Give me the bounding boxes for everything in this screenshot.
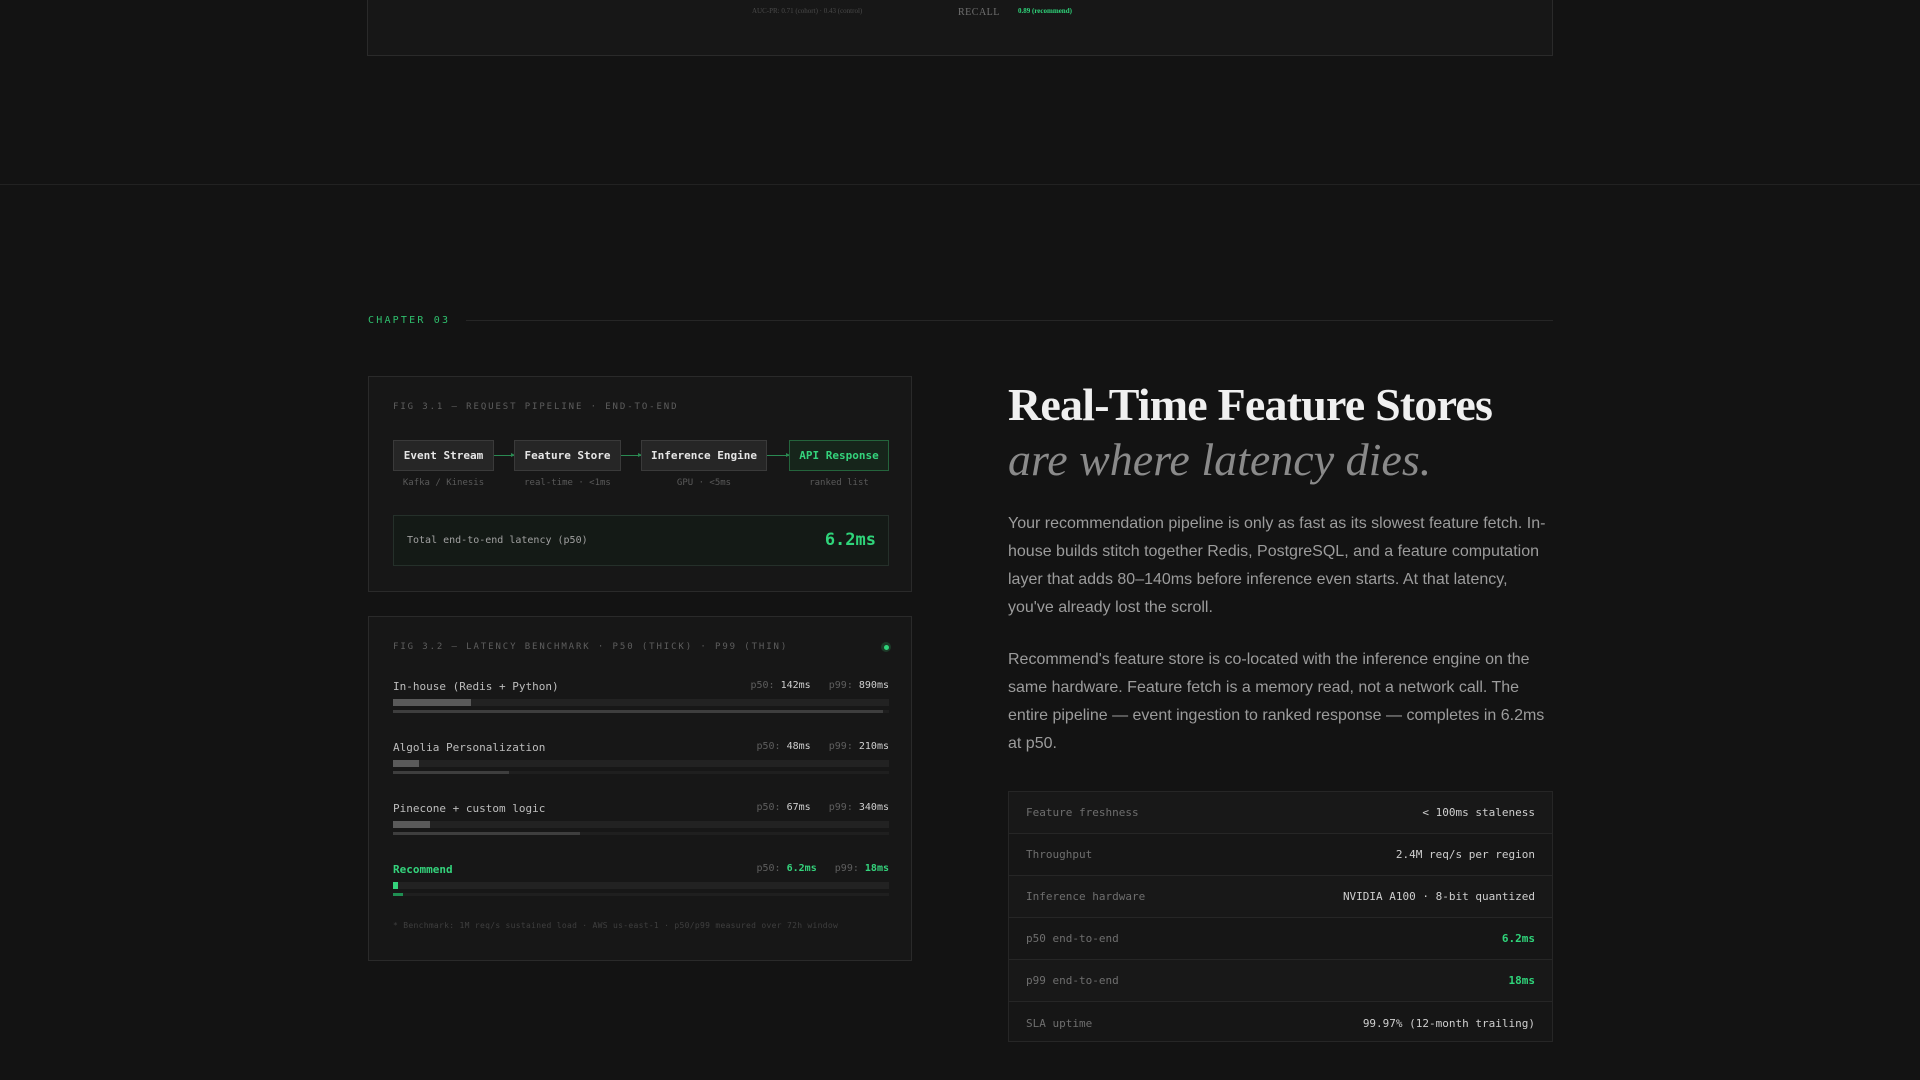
spec-value: 18ms xyxy=(1508,974,1536,987)
spec-table: Feature freshness < 100ms staleness Thro… xyxy=(1008,791,1553,1042)
benchmark-stats: p50: 48ms p99: 210ms xyxy=(756,741,889,752)
stage-sublabel: Kafka / Kinesis xyxy=(402,478,485,488)
p50-value: 6.2ms xyxy=(786,863,817,874)
benchmark-row: Pinecone + custom logic p50: 67ms p99: 3… xyxy=(393,802,889,846)
spec-value: < 100ms staleness xyxy=(1422,806,1535,819)
p99-bar xyxy=(393,710,884,713)
benchmark-stats: p50: 6.2ms p99: 18ms xyxy=(756,863,889,874)
stage-inference-engine: Inference Engine GPU · <5ms xyxy=(641,440,767,488)
spec-row: Inference hardware NVIDIA A100 · 8-bit q… xyxy=(1009,876,1552,918)
spec-row: p99 end-to-end 18ms xyxy=(1009,960,1552,1002)
recall-label: RECALL xyxy=(958,7,1000,18)
benchmark-stats: p50: 142ms p99: 890ms xyxy=(750,680,889,691)
spec-key: SLA uptime xyxy=(1026,1016,1093,1030)
spec-row: SLA uptime 99.97% (12-month trailing) xyxy=(1009,1002,1552,1044)
arrow-icon xyxy=(621,453,642,457)
live-indicator-icon xyxy=(881,642,891,652)
body-paragraph: Recommend's feature store is co-located … xyxy=(1008,651,1545,752)
benchmark-name: Algolia Personalization xyxy=(393,741,546,754)
spec-key: Throughput xyxy=(1026,848,1093,861)
spec-row: Throughput 2.4M req/s per region xyxy=(1009,834,1552,876)
chapter-label: CHAPTER 03 xyxy=(368,314,451,326)
benchmark-name: Recommend xyxy=(393,863,453,876)
pipeline-diagram: Event Stream Kafka / Kinesis Feature Sto… xyxy=(393,440,889,490)
spec-value: 99.97% (12-month trailing) xyxy=(1362,1016,1535,1030)
benchmark-row: Recommend p50: 6.2ms p99: 18ms xyxy=(393,863,889,907)
total-latency-label: Total end-to-end latency (p50) xyxy=(407,535,588,546)
spec-value: NVIDIA A100 · 8-bit quantized xyxy=(1342,890,1535,903)
chapter-header: CHAPTER 03 xyxy=(368,313,1553,327)
spec-row: p50 end-to-end 6.2ms xyxy=(1009,918,1552,960)
spec-row: Feature freshness < 100ms staleness xyxy=(1009,792,1552,834)
p50-value: 142ms xyxy=(780,680,811,691)
total-latency-value: 6.2ms xyxy=(824,530,876,550)
spec-value: 6.2ms xyxy=(1501,932,1535,945)
chapter-rule xyxy=(466,319,1553,321)
benchmark-name: Pinecone + custom logic xyxy=(393,802,546,815)
stage-sublabel: ranked list xyxy=(809,478,869,488)
p99-bar xyxy=(393,832,581,835)
p99-bar xyxy=(393,893,403,896)
total-latency-box: Total end-to-end latency (p50) 6.2ms xyxy=(393,515,889,566)
spec-key: p50 end-to-end xyxy=(1026,932,1119,945)
p99-value: 18ms xyxy=(864,863,889,874)
arrow-icon xyxy=(494,453,515,457)
headline-primary: Real-Time Feature Stores xyxy=(1008,379,1493,430)
p50-track xyxy=(393,760,889,767)
benchmark-name: In-house (Redis + Python) xyxy=(393,680,559,693)
figure-title: FIG 3.2 — LATENCY BENCHMARK · P50 (THICK… xyxy=(393,642,789,652)
p50-bar xyxy=(393,882,398,889)
headline-secondary: are where latency dies. xyxy=(1008,434,1432,485)
stage-label: Event Stream xyxy=(393,440,494,471)
p99-track xyxy=(393,710,889,713)
stage-feature-store: Feature Store real-time · <1ms xyxy=(514,440,621,488)
benchmark-row: Algolia Personalization p50: 48ms p99: 2… xyxy=(393,741,889,785)
p99-track xyxy=(393,771,889,774)
p99-value: 340ms xyxy=(858,802,889,813)
figure-caption: AUC-PR: 0.71 (cohort) · 0.43 (control) xyxy=(752,7,863,15)
p99-value: 210ms xyxy=(858,741,889,752)
stage-label: API Response xyxy=(789,440,889,471)
p50-value: 48ms xyxy=(786,741,811,752)
benchmark-footnote: * Benchmark: 1M req/s sustained load · A… xyxy=(393,921,839,930)
p50-track xyxy=(393,821,889,828)
spec-key: Feature freshness xyxy=(1026,806,1139,819)
arrow-icon xyxy=(767,453,790,457)
benchmark-row: In-house (Redis + Python) p50: 142ms p99… xyxy=(393,680,889,724)
pipeline-figure: FIG 3.1 — REQUEST PIPELINE · END-TO-END … xyxy=(368,376,912,592)
p50-bar xyxy=(393,821,430,828)
p50-track xyxy=(393,699,889,706)
figure-title: FIG 3.1 — REQUEST PIPELINE · END-TO-END xyxy=(393,402,679,412)
p50-value: 67ms xyxy=(786,802,811,813)
p99-track xyxy=(393,893,889,896)
p50-track xyxy=(393,882,889,889)
benchmark-stats: p50: 67ms p99: 340ms xyxy=(756,802,889,813)
spec-value: 2.4M req/s per region xyxy=(1395,848,1535,861)
previous-figure-card: AUC-PR: 0.71 (cohort) · 0.43 (control) R… xyxy=(367,0,1553,56)
latency-benchmark-figure: FIG 3.2 — LATENCY BENCHMARK · P50 (THICK… xyxy=(368,616,912,961)
stage-label: Inference Engine xyxy=(641,440,767,471)
p99-value: 890ms xyxy=(858,680,889,691)
body-paragraph: Your recommendation pipeline is only as … xyxy=(1008,515,1546,616)
p99-bar xyxy=(393,771,509,774)
p50-bar xyxy=(393,699,472,706)
stage-event-stream: Event Stream Kafka / Kinesis xyxy=(393,440,494,488)
recall-value: 0.89 (recommend) xyxy=(1018,7,1072,15)
stage-sublabel: real-time · <1ms xyxy=(524,478,611,488)
p50-bar xyxy=(393,760,420,767)
stage-sublabel: GPU · <5ms xyxy=(676,478,732,488)
spec-key: p99 end-to-end xyxy=(1026,974,1119,987)
section-headline: Real-Time Feature Stores are where laten… xyxy=(1008,377,1568,487)
section-divider xyxy=(0,184,1920,185)
p99-track xyxy=(393,832,889,835)
stage-label: Feature Store xyxy=(514,440,621,471)
stage-api-response: API Response ranked list xyxy=(789,440,889,488)
spec-key: Inference hardware xyxy=(1026,890,1146,903)
